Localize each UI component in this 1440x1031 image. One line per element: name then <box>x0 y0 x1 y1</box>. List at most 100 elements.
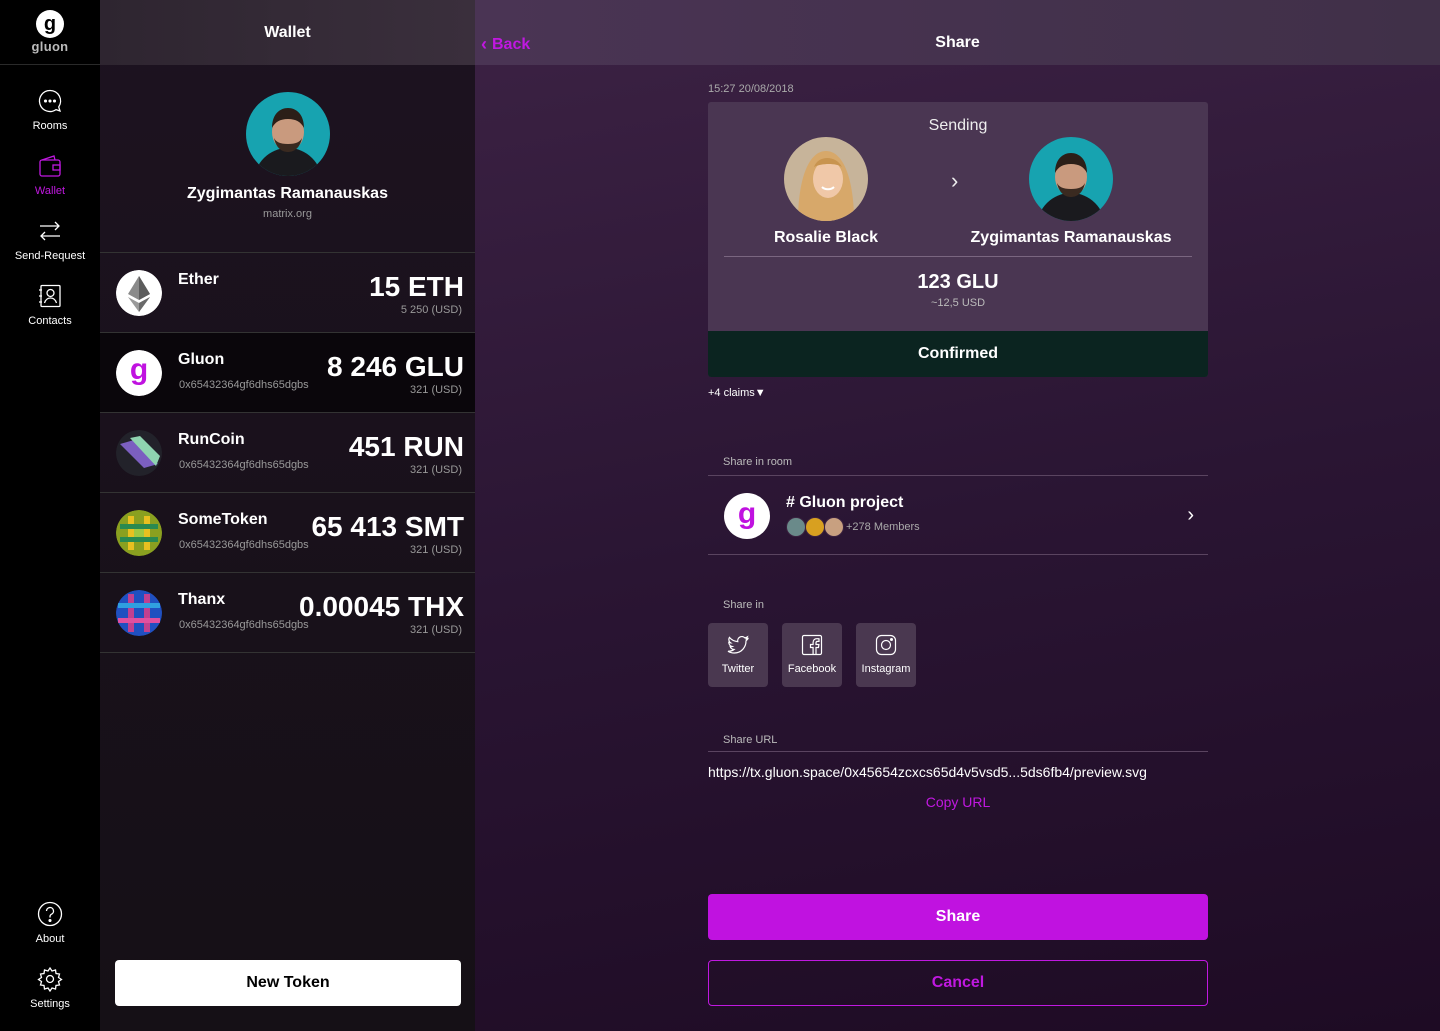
gluon-icon: g <box>116 350 162 396</box>
user-name: Zygimantas Ramanauskas <box>187 185 388 202</box>
token-row-sometoken[interactable]: SomeToken 0x65432364gf6dhs65dgbs 65 413 … <box>100 493 475 573</box>
token-name: Ether <box>178 271 219 288</box>
share-instagram-button[interactable]: Instagram <box>856 623 916 687</box>
share-button[interactable]: Share <box>708 894 1208 940</box>
transfer-arrows-icon <box>40 221 60 241</box>
chevron-right-icon: › <box>951 168 959 193</box>
new-token-button[interactable]: New Token <box>115 960 461 1006</box>
chat-bubble-icon <box>38 89 62 113</box>
sender: Rosalie Black <box>744 137 908 247</box>
share-title: Share <box>935 34 980 51</box>
transaction-state: Confirmed <box>918 345 998 362</box>
contact-card-icon <box>39 284 61 308</box>
token-usd: 321 (USD) <box>410 464 462 476</box>
member-avatar <box>805 517 825 537</box>
share-in-label: Share in <box>723 599 764 611</box>
user-server: matrix.org <box>263 208 312 220</box>
token-usd: 321 (USD) <box>410 384 462 396</box>
nav-label-rooms: Rooms <box>32 120 68 132</box>
token-name: RunCoin <box>178 431 245 448</box>
transaction-card: Sending Rosalie Black › Zygimantas Raman… <box>708 102 1208 377</box>
token-name: Thanx <box>178 591 226 608</box>
twitter-label: Twitter <box>721 663 755 675</box>
wallet-panel: Wallet Zygimantas Ramanauskas matrix.org <box>100 0 475 1031</box>
transaction-usd: ~12,5 USD <box>930 297 986 309</box>
app-logo: g gluon <box>0 0 100 65</box>
token-amount: 65 413 SMT <box>311 511 464 542</box>
token-address: 0x65432364gf6dhs65dgbs <box>179 619 309 631</box>
claims-toggle[interactable]: +4 claims▼ <box>708 387 766 399</box>
wallet-icon <box>39 155 61 177</box>
wallet-title: Wallet <box>264 23 311 41</box>
instagram-label: Instagram <box>861 663 911 675</box>
room-item-gluon-project[interactable]: g # Gluon project +278 Members › <box>708 475 1208 555</box>
recipient-avatar[interactable] <box>1029 137 1113 221</box>
nav-label-settings: Settings <box>30 998 70 1010</box>
token-usd: 321 (USD) <box>410 544 462 556</box>
chevron-right-icon: › <box>1187 504 1194 526</box>
recipient: Zygimantas Ramanauskas <box>970 137 1172 247</box>
share-url-text[interactable]: https://tx.gluon.space/0x45654zcxcs65d4v… <box>708 764 1208 780</box>
token-address: 0x65432364gf6dhs65dgbs <box>179 539 309 551</box>
main-nav: g gluon Rooms Wallet Send-Request Contac… <box>0 0 100 1031</box>
transaction-state-badge: Confirmed <box>708 331 1208 377</box>
recipient-name: Zygimantas Ramanauskas <box>970 229 1172 246</box>
share-facebook-button[interactable]: Facebook <box>782 623 842 687</box>
facebook-icon <box>801 634 823 656</box>
ether-icon <box>116 270 162 316</box>
token-amount: 451 RUN <box>348 431 464 462</box>
share-in-room-label: Share in room <box>723 456 793 468</box>
token-row-gluon[interactable]: g Gluon 0x65432364gf6dhs65dgbs 8 246 GLU… <box>100 333 475 413</box>
member-avatar <box>786 517 806 537</box>
twitter-icon <box>727 635 749 654</box>
transaction-timestamp: 15:27 20/08/2018 <box>708 83 794 95</box>
token-name: SomeToken <box>178 511 268 528</box>
token-address: 0x65432364gf6dhs65dgbs <box>179 379 309 391</box>
share-header: ‹ Back Share <box>475 0 1440 65</box>
room-members: +278 Members <box>786 517 920 537</box>
share-panel: ‹ Back Share 15:27 20/08/2018 Sending Ro… <box>475 0 1440 1031</box>
transaction-amount: 123 GLU <box>917 271 999 293</box>
runcoin-icon <box>116 430 162 476</box>
token-row-thanx[interactable]: Thanx 0x65432364gf6dhs65dgbs 0.00045 THX… <box>100 573 475 653</box>
share-twitter-button[interactable]: Twitter <box>708 623 768 687</box>
divider <box>724 256 1192 257</box>
sender-name: Rosalie Black <box>773 229 879 246</box>
nav-item-contacts[interactable]: Contacts <box>0 283 100 343</box>
nav-item-wallet[interactable]: Wallet <box>0 153 100 213</box>
members-count: +278 Members <box>846 521 920 533</box>
token-row-ether[interactable]: Ether 15 ETH 5 250 (USD) <box>100 253 475 333</box>
token-usd: 321 (USD) <box>410 624 462 636</box>
logo-mark: g <box>36 10 64 38</box>
facebook-label: Facebook <box>787 663 837 675</box>
token-name: Gluon <box>178 351 225 368</box>
nav-label-wallet: Wallet <box>34 185 66 197</box>
user-avatar[interactable] <box>245 92 330 176</box>
nav-label-send-request: Send-Request <box>14 250 86 262</box>
sender-avatar[interactable] <box>784 137 868 221</box>
token-amount: 8 246 GLU <box>327 351 464 382</box>
divider <box>708 751 1208 752</box>
svg-text:g: g <box>130 353 148 386</box>
question-icon <box>37 901 63 927</box>
token-row-runcoin[interactable]: RunCoin 0x65432364gf6dhs65dgbs 451 RUN 3… <box>100 413 475 493</box>
gear-icon <box>37 966 63 992</box>
transaction-status-title: Sending <box>928 117 988 134</box>
nav-item-send-request[interactable]: Send-Request <box>0 218 100 278</box>
wallet-header: Wallet <box>100 0 475 65</box>
thanx-icon <box>116 590 162 636</box>
nav-label-contacts: Contacts <box>28 315 72 327</box>
token-amount: 15 ETH <box>369 271 464 302</box>
sometoken-icon <box>116 510 162 556</box>
nav-item-rooms[interactable]: Rooms <box>0 88 100 148</box>
nav-item-about[interactable]: About <box>0 901 100 961</box>
instagram-icon <box>875 634 897 656</box>
nav-label-about: About <box>35 933 65 945</box>
copy-url-link[interactable]: Copy URL <box>708 794 1208 810</box>
token-address: 0x65432364gf6dhs65dgbs <box>179 459 309 471</box>
nav-item-settings[interactable]: Settings <box>0 966 100 1026</box>
user-profile: Zygimantas Ramanauskas matrix.org <box>100 65 475 253</box>
cancel-button[interactable]: Cancel <box>708 960 1208 1006</box>
member-avatar <box>824 517 844 537</box>
token-usd: 5 250 (USD) <box>400 304 462 316</box>
